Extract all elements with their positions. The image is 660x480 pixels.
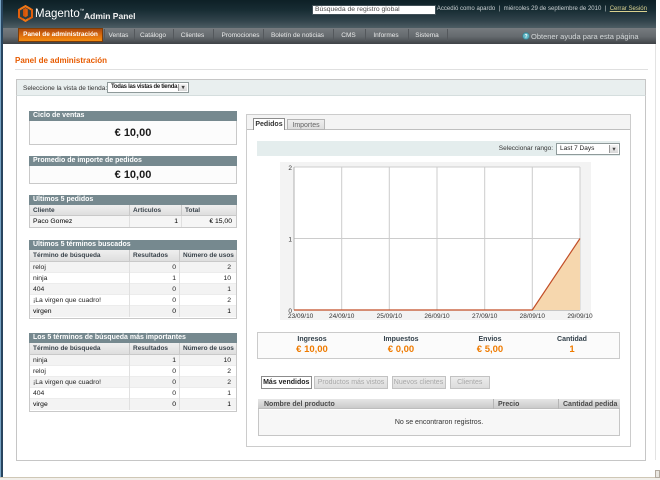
svg-text:1: 1 xyxy=(288,237,292,244)
svg-text:25/09/10: 25/09/10 xyxy=(377,313,403,320)
svg-text:24/09/10: 24/09/10 xyxy=(329,313,355,320)
svg-text:27/09/10: 27/09/10 xyxy=(472,313,498,320)
svg-text:28/09/10: 28/09/10 xyxy=(520,313,546,320)
svg-text:26/09/10: 26/09/10 xyxy=(424,313,450,320)
svg-text:?: ? xyxy=(524,33,527,39)
svg-text:29/09/10: 29/09/10 xyxy=(567,313,593,320)
svg-text:2: 2 xyxy=(288,165,292,172)
svg-text:23/09/10: 23/09/10 xyxy=(288,313,314,320)
